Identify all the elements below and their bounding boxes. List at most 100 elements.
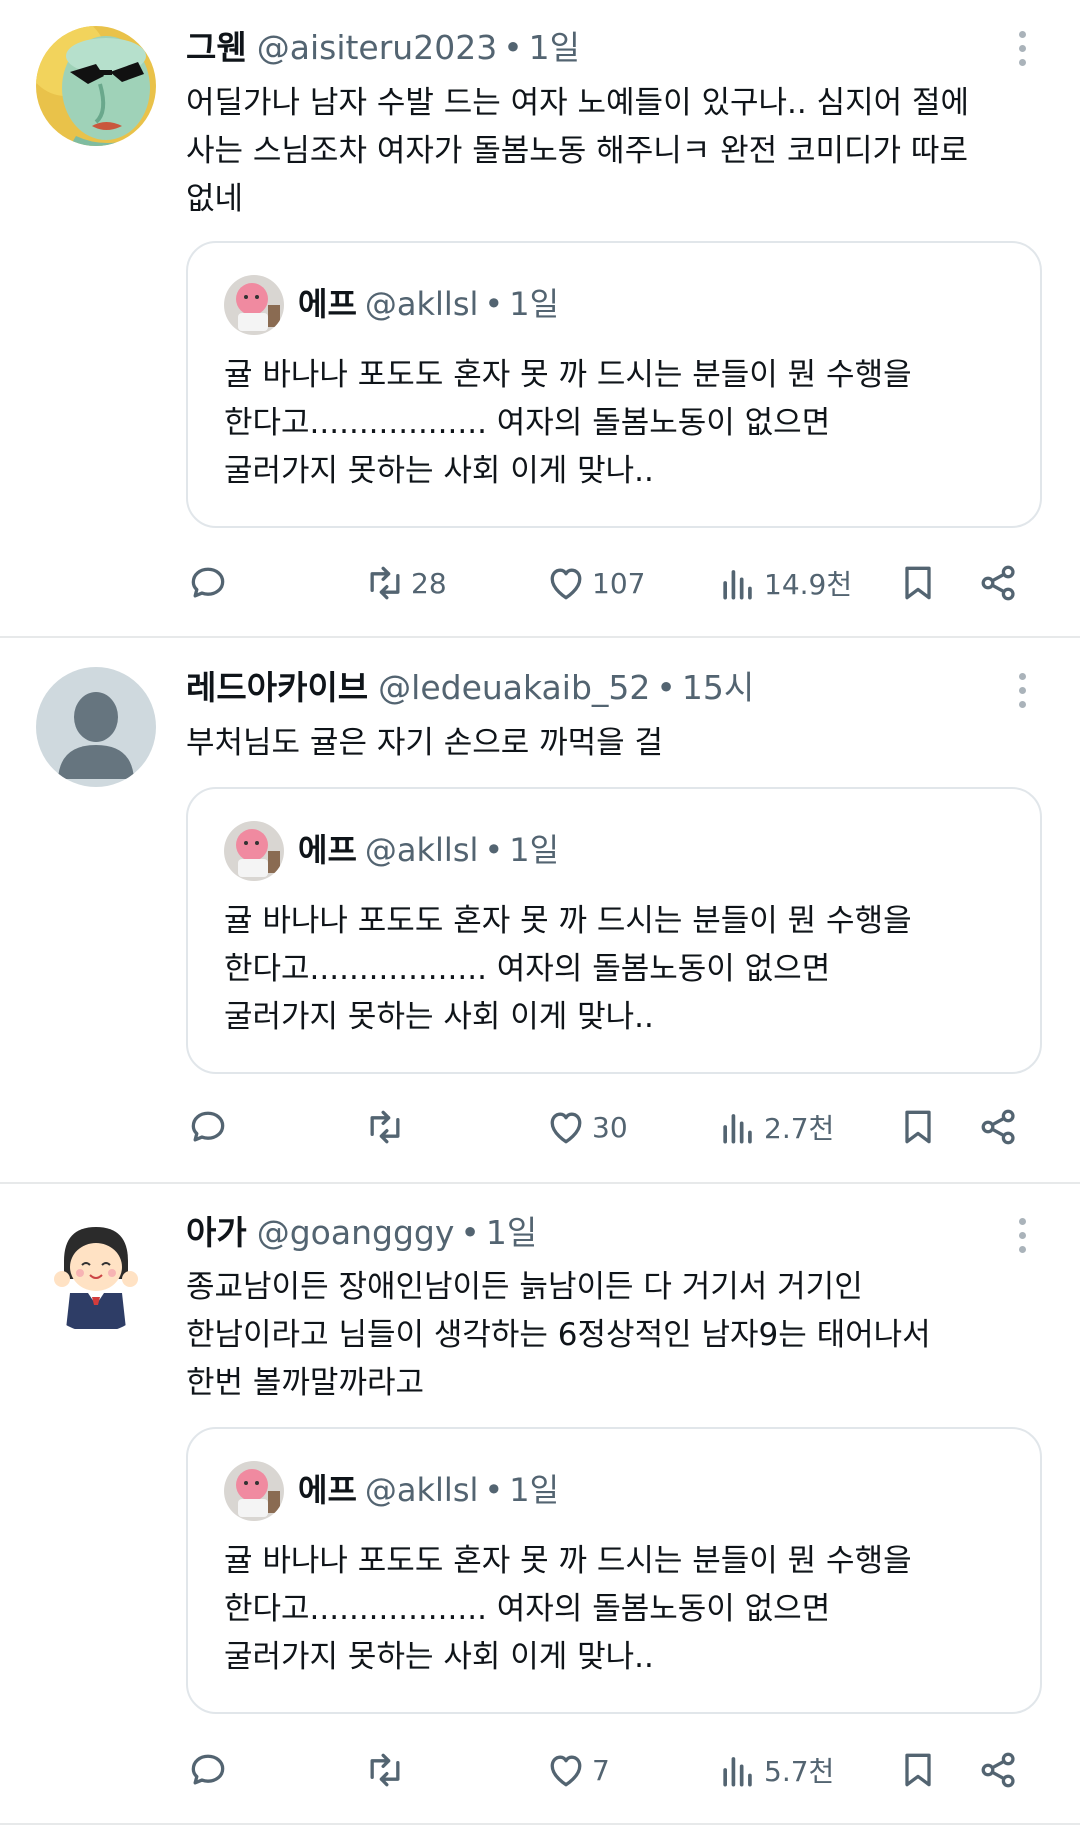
action-bar: 28 107 14.9천 xyxy=(186,558,1046,608)
quoted-tweet[interactable]: 에프 @akllsl • 1일 귤 바나나 포도도 혼자 못 까 드시는 분들이 뭔 … xyxy=(186,1427,1042,1714)
quoted-header: 에프 @akllsl • 1일 xyxy=(298,1467,559,1513)
separator-dot: • xyxy=(656,668,676,707)
reply-button[interactable] xyxy=(186,1102,230,1152)
like-count: 107 xyxy=(592,566,646,600)
reply-button[interactable] xyxy=(186,558,230,608)
quoted-timestamp: 1일 xyxy=(509,831,560,869)
quoted-avatar xyxy=(224,1461,284,1521)
views-icon xyxy=(723,1114,752,1144)
repost-button[interactable]: 28 xyxy=(363,558,447,608)
user-handle[interactable]: @aisiteru2023 xyxy=(257,28,497,67)
bookmark-button[interactable] xyxy=(896,1102,940,1152)
more-icon[interactable] xyxy=(1016,25,1028,71)
repost-icon xyxy=(370,1753,400,1787)
like-button[interactable]: 30 xyxy=(544,1102,628,1152)
separator-dot: • xyxy=(503,28,523,67)
quoted-avatar xyxy=(224,821,284,881)
quoted-handle: @akllsl xyxy=(364,1471,479,1509)
share-icon xyxy=(981,1109,1015,1145)
views-button[interactable]: 2.7천 xyxy=(716,1102,834,1152)
quoted-text: 귤 바나나 포도도 혼자 못 까 드시는 분들이 뭔 수행을 한다고......… xyxy=(224,897,1014,1041)
action-bar: 7 5.7천 xyxy=(186,1745,1046,1795)
tweet-header: 아가 @goangggy • 1일 xyxy=(186,1210,537,1256)
reply-icon xyxy=(191,1111,225,1142)
quoted-text-line: 한다고.................. 여자의 돌봄노동이 없으면 xyxy=(224,1591,831,1627)
like-icon xyxy=(550,1755,582,1787)
views-count: 2.7천 xyxy=(764,1112,835,1145)
display-name[interactable]: 레드아카이브 xyxy=(186,668,368,707)
tweet[interactable]: 아가 @goangggy • 1일 종교남이든 장애인남이든 늙남이든 다 거기서 거… xyxy=(0,1183,1080,1825)
like-icon xyxy=(550,568,582,600)
reply-icon xyxy=(191,567,225,598)
quoted-text-line: 한다고.................. 여자의 돌봄노동이 없으면 xyxy=(224,951,831,987)
share-button[interactable] xyxy=(977,1745,1021,1795)
tweet-text-line: 사는 스님조차 여자가 돌봄노동 해주니ㅋ 완전 코미디가 따로 xyxy=(186,133,968,169)
repost-button[interactable] xyxy=(363,1102,411,1152)
timestamp[interactable]: 1일 xyxy=(529,28,580,67)
quoted-text-line: 귤 바나나 포도도 혼자 못 까 드시는 분들이 뭔 수행을 xyxy=(224,1543,912,1579)
share-icon xyxy=(981,565,1015,601)
views-button[interactable]: 5.7천 xyxy=(716,1745,834,1795)
avatar[interactable] xyxy=(36,667,156,787)
tweet-text-line: 한남이라고 님들이 생각하는 6정상적인 남자9는 태어나서 xyxy=(186,1317,931,1353)
quoted-handle: @akllsl xyxy=(364,831,479,869)
tweet[interactable]: 레드아카이브 @ledeuakaib_52 • 15시 부처님도 귤은 자기 손으로 … xyxy=(0,637,1080,1183)
user-handle[interactable]: @ledeuakaib_52 xyxy=(378,668,650,707)
tweet-text: 종교남이든 장애인남이든 늙남이든 다 거기서 거기인 한남이라고 님들이 생각… xyxy=(186,1263,1046,1407)
tweet-text-line: 부처님도 귤은 자기 손으로 까먹을 걸 xyxy=(186,725,664,761)
tweet[interactable]: 그웬 @aisiteru2023 • 1일 어딜가나 남자 수발 드는 여자 노예들이… xyxy=(0,0,1080,637)
quoted-text: 귤 바나나 포도도 혼자 못 까 드시는 분들이 뭔 수행을 한다고......… xyxy=(224,1537,1014,1681)
bookmark-button[interactable] xyxy=(896,1745,940,1795)
tweet-text: 부처님도 귤은 자기 손으로 까먹을 걸 xyxy=(186,719,1046,767)
timestamp[interactable]: 15시 xyxy=(682,668,754,707)
views-icon xyxy=(723,570,752,600)
quoted-avatar xyxy=(224,275,284,335)
share-button[interactable] xyxy=(977,558,1021,608)
repost-button[interactable] xyxy=(363,1745,411,1795)
reply-icon xyxy=(191,1754,225,1785)
quoted-text-line: 한다고.................. 여자의 돌봄노동이 없으면 xyxy=(224,405,831,441)
quoted-tweet[interactable]: 에프 @akllsl • 1일 귤 바나나 포도도 혼자 못 까 드시는 분들이 뭔 … xyxy=(186,787,1042,1074)
tweet-header: 레드아카이브 @ledeuakaib_52 • 15시 xyxy=(186,665,754,711)
repost-icon xyxy=(370,1110,400,1144)
quoted-text: 귤 바나나 포도도 혼자 못 까 드시는 분들이 뭔 수행을 한다고......… xyxy=(224,351,1014,495)
like-count: 30 xyxy=(592,1110,628,1144)
quoted-handle: @akllsl xyxy=(364,285,479,323)
user-handle[interactable]: @goangggy xyxy=(257,1213,455,1252)
views-count: 5.7천 xyxy=(764,1755,835,1788)
repost-count: 28 xyxy=(411,566,447,600)
views-icon xyxy=(723,1757,752,1787)
separator-dot: • xyxy=(484,285,504,323)
more-icon[interactable] xyxy=(1016,1212,1028,1258)
tweet-text-line: 없네 xyxy=(186,181,244,217)
bookmark-button[interactable] xyxy=(896,558,940,608)
views-count: 14.9천 xyxy=(764,568,853,601)
like-count: 7 xyxy=(592,1753,610,1787)
timestamp[interactable]: 1일 xyxy=(486,1213,537,1252)
quoted-text-line: 굴러가지 못하는 사회 이게 맞나.. xyxy=(224,999,654,1035)
bookmark-icon xyxy=(905,566,931,600)
quoted-tweet[interactable]: 에프 @akllsl • 1일 귤 바나나 포도도 혼자 못 까 드시는 분들이 뭔 … xyxy=(186,241,1042,528)
share-icon xyxy=(981,1752,1015,1788)
quoted-text-line: 굴러가지 못하는 사회 이게 맞나.. xyxy=(224,453,654,489)
like-icon xyxy=(550,1112,582,1144)
reply-button[interactable] xyxy=(186,1745,230,1795)
bookmark-icon xyxy=(905,1110,931,1144)
avatar[interactable] xyxy=(36,26,156,146)
like-button[interactable]: 7 xyxy=(544,1745,610,1795)
quoted-display-name: 에프 xyxy=(298,1471,357,1509)
like-button[interactable]: 107 xyxy=(544,558,645,608)
display-name[interactable]: 그웬 xyxy=(186,28,247,67)
share-button[interactable] xyxy=(977,1102,1021,1152)
views-button[interactable]: 14.9천 xyxy=(716,558,852,608)
quoted-timestamp: 1일 xyxy=(509,285,560,323)
more-icon[interactable] xyxy=(1016,667,1028,713)
tweet-text-line: 종교남이든 장애인남이든 늙남이든 다 거기서 거기인 xyxy=(186,1269,863,1305)
display-name[interactable]: 아가 xyxy=(186,1213,247,1252)
tweet-text: 어딜가나 남자 수발 드는 여자 노예들이 있구나.. 심지어 절에 사는 스님… xyxy=(186,79,1046,223)
separator-dot: • xyxy=(484,1471,504,1509)
avatar[interactable] xyxy=(36,1213,156,1333)
bookmark-icon xyxy=(905,1753,931,1787)
action-bar: 30 2.7천 xyxy=(186,1102,1046,1152)
quoted-display-name: 에프 xyxy=(298,831,357,869)
